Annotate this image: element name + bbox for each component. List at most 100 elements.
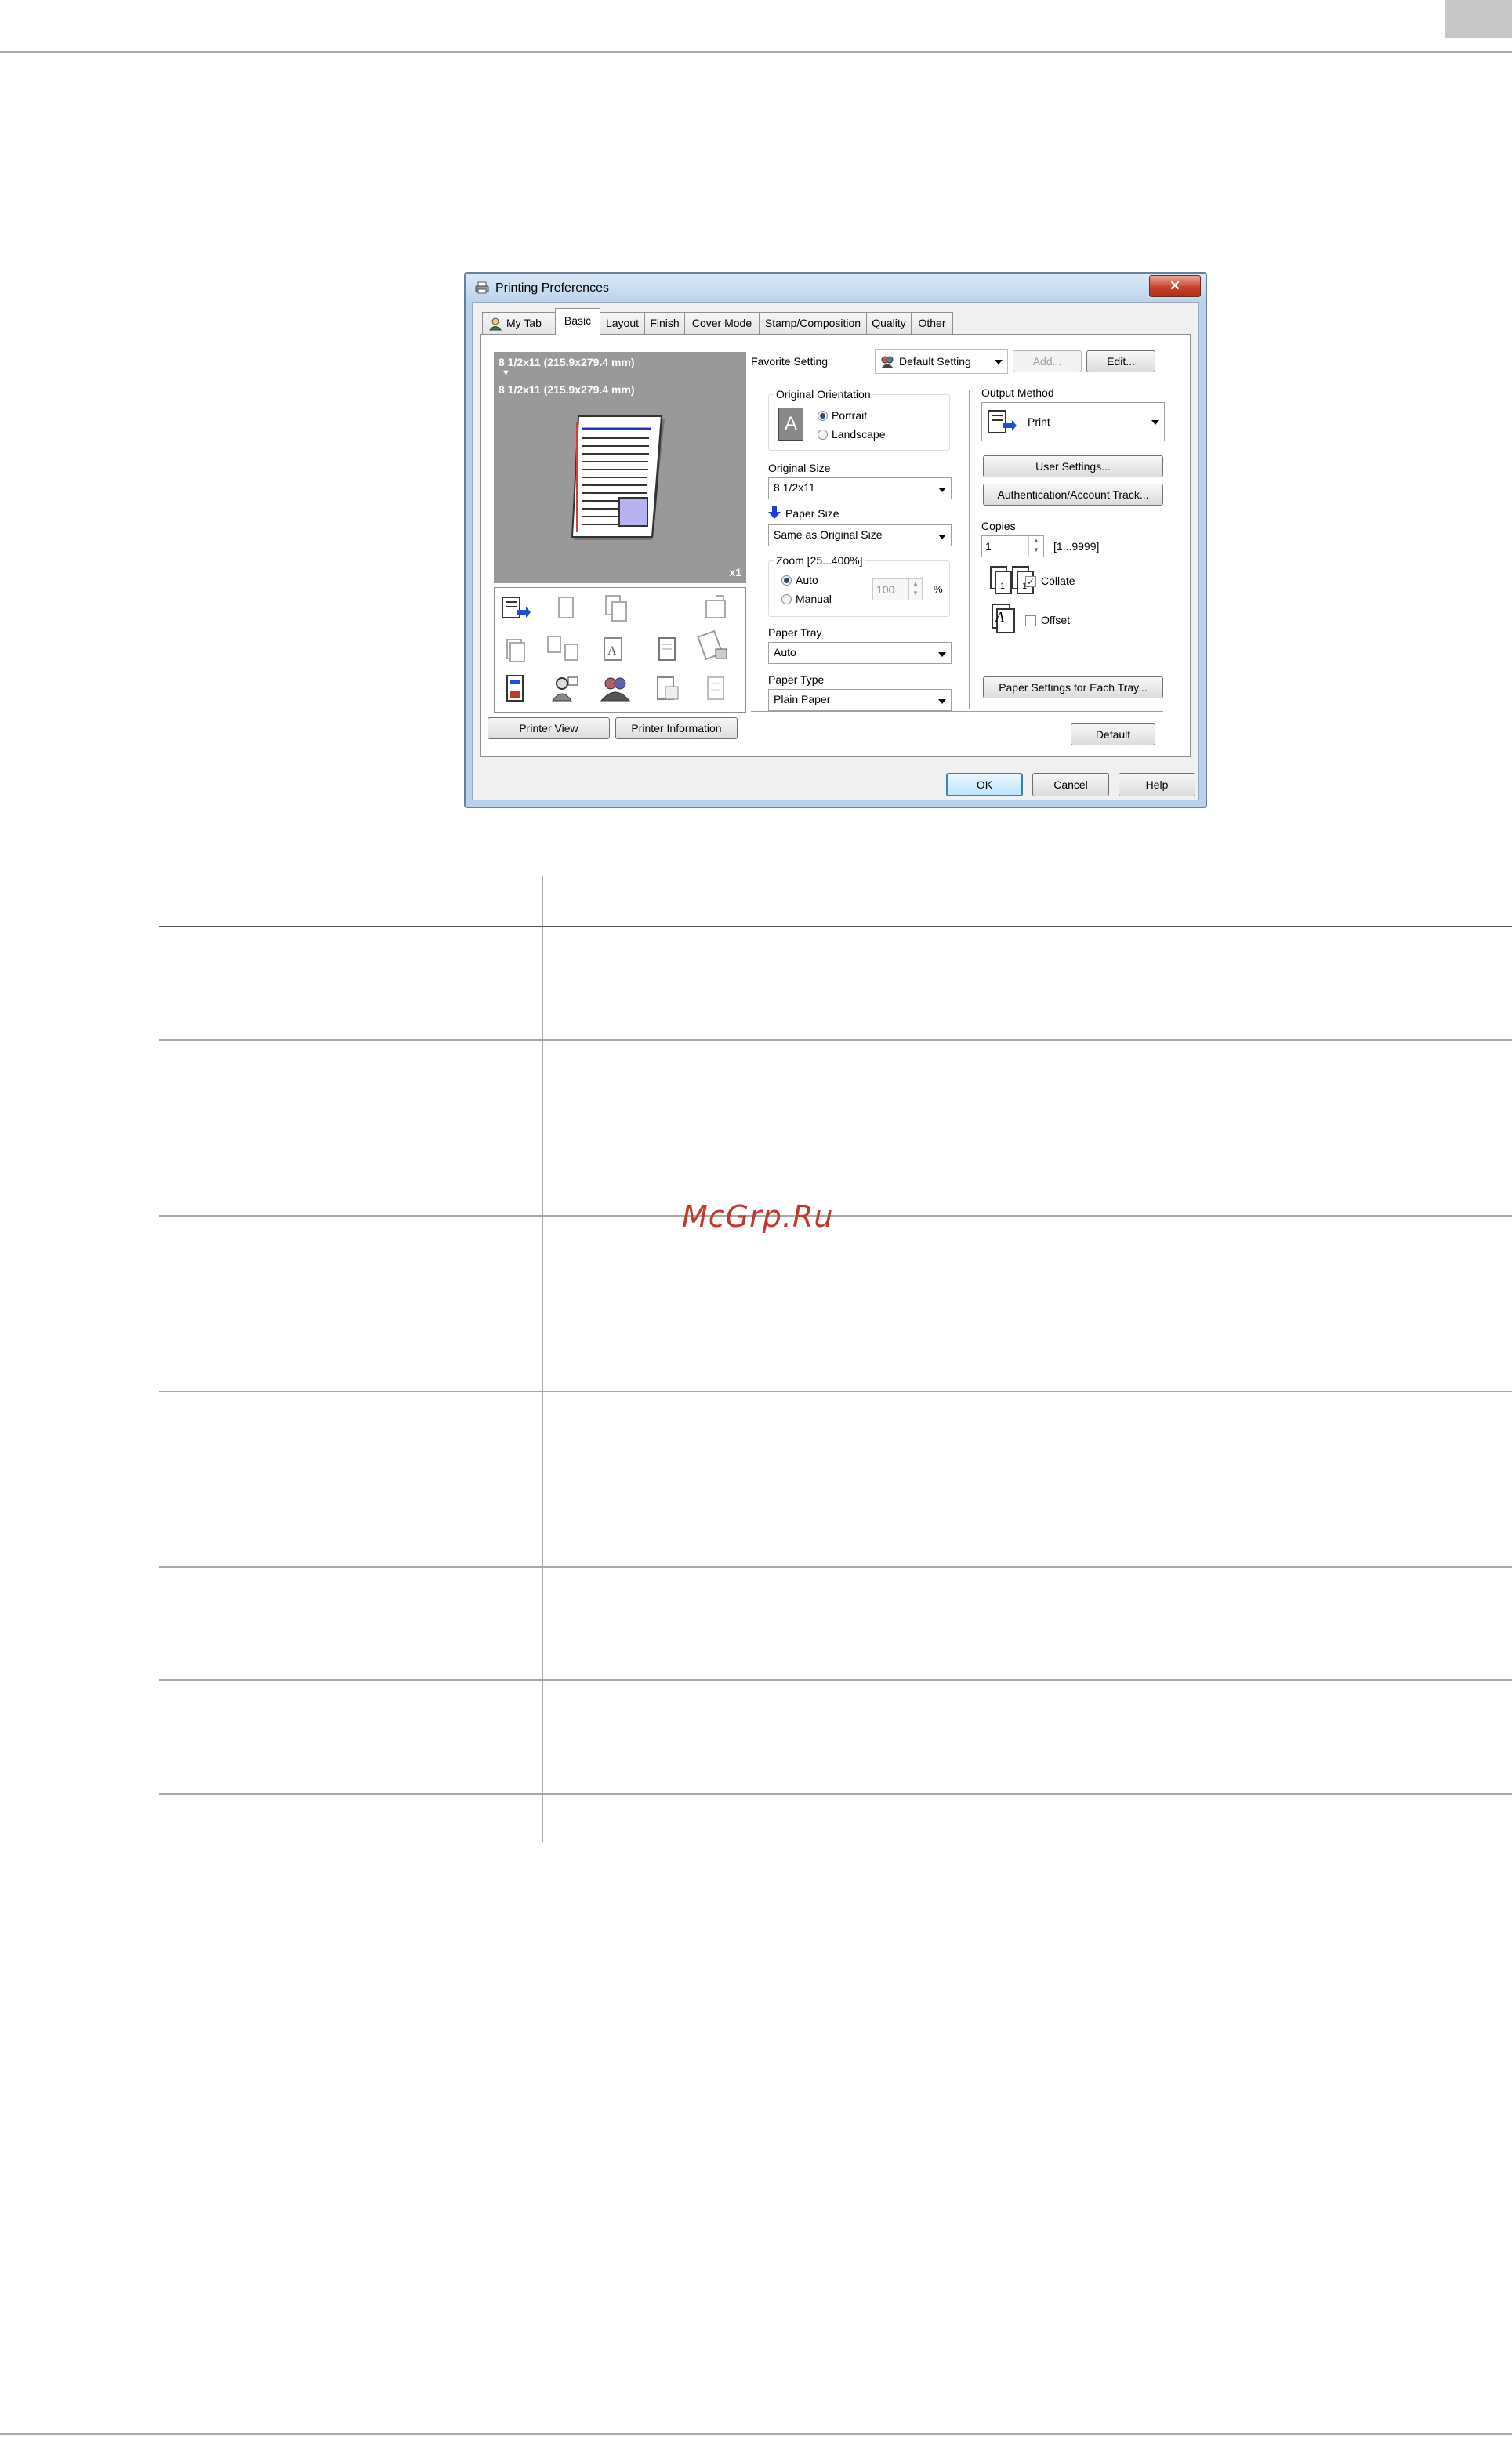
tab-cover-mode[interactable]: Cover Mode [684, 312, 760, 334]
paper-settings-each-tray-button[interactable]: Paper Settings for Each Tray... [983, 676, 1163, 698]
chevron-down-icon [938, 652, 946, 657]
favorite-setting-label: Favorite Setting [751, 355, 829, 368]
printing-preferences-dialog: Printing Preferences ✕ My Tab Basic Layo… [464, 272, 1207, 808]
rotate-icon[interactable] [700, 593, 731, 624]
original-size-select[interactable]: 8 1/2x11 [768, 477, 952, 499]
n-up-icon[interactable] [545, 633, 578, 665]
arrow-down-icon [768, 506, 781, 519]
table-row-rule [159, 1039, 1512, 1041]
offset-label: Offset [1041, 614, 1071, 626]
tab-my-tab[interactable]: My Tab [482, 312, 556, 334]
table-row-rule [159, 1391, 1512, 1392]
tab-basic[interactable]: Basic [555, 308, 600, 335]
printer-information-button[interactable]: Printer Information [615, 717, 738, 739]
function-icon-grid: A [494, 587, 746, 713]
offset-checkbox[interactable] [1025, 615, 1036, 626]
zoom-value-stepper[interactable]: 100 ▲ ▼ [872, 578, 923, 600]
collate-checkbox[interactable]: ✓ [1025, 576, 1036, 587]
zoom-unit: % [934, 583, 943, 595]
collate-label: Collate [1041, 575, 1075, 587]
paper-size-select[interactable]: Same as Original Size [768, 524, 952, 546]
tab-quality[interactable]: Quality [866, 312, 912, 334]
zoom-label: Zoom [25...400%] [774, 554, 865, 567]
window-title: Printing Preferences [495, 281, 609, 295]
print-output-icon[interactable] [499, 593, 531, 624]
offset-icon: A [992, 604, 1015, 633]
paper-type-select[interactable]: Plain Paper [768, 689, 952, 711]
stepper-arrows-icon[interactable]: ▲ ▼ [1028, 536, 1043, 557]
svg-text:1: 1 [1000, 582, 1005, 591]
punch-icon[interactable] [651, 633, 683, 665]
zoom-group: Zoom [25...400%] Auto Manual 100 ▲ ▼ % [768, 554, 950, 617]
preview-copies-badge: x1 [729, 566, 741, 578]
tab-finish[interactable]: Finish [644, 312, 685, 334]
table-row-rule [159, 1679, 1512, 1681]
title-bar[interactable]: Printing Preferences ✕ [466, 274, 1206, 302]
output-method-select[interactable]: Print [981, 402, 1165, 441]
cancel-button[interactable]: Cancel [1032, 773, 1109, 796]
svg-text:A: A [607, 644, 617, 658]
paper-preview: 8 1/2x11 (215.9x279.4 mm) ▼ 8 1/2x11 (21… [494, 352, 746, 583]
table-header-rule [159, 926, 1512, 927]
favorite-setting-select[interactable]: Default Setting [875, 349, 1008, 374]
authentication-account-track-button[interactable]: Authentication/Account Track... [983, 484, 1163, 506]
add-favorite-button[interactable]: Add... [1013, 350, 1082, 372]
preview-arrow: ▼ [502, 368, 510, 378]
close-button[interactable]: ✕ [1149, 275, 1201, 297]
close-icon: ✕ [1169, 278, 1181, 293]
overlay-icon[interactable] [651, 673, 683, 704]
account-track-icon[interactable] [600, 673, 631, 704]
document-list-icon[interactable] [700, 673, 731, 704]
user-settings-button[interactable]: User Settings... [983, 455, 1163, 477]
edit-favorite-button[interactable]: Edit... [1086, 350, 1155, 372]
chevron-down-icon [1151, 420, 1159, 425]
preview-paper-size: 8 1/2x11 (215.9x279.4 mm) [499, 383, 635, 396]
duplex-icon[interactable] [600, 593, 631, 624]
copies-stack-icon[interactable] [499, 633, 531, 665]
header-tab-marker [1445, 0, 1512, 38]
landscape-radio[interactable] [818, 430, 828, 440]
staple-icon[interactable] [549, 593, 581, 624]
copies-stepper[interactable]: 1 ▲ ▼ [981, 535, 1044, 557]
portrait-orientation-icon: A [778, 408, 803, 441]
job-icon[interactable] [499, 673, 531, 704]
default-button[interactable]: Default [1071, 723, 1155, 745]
table-column-divider [542, 876, 543, 1842]
user-auth-icon[interactable] [549, 673, 581, 704]
column-divider [969, 390, 970, 709]
portrait-radio[interactable] [818, 411, 828, 421]
tab-stamp-composition[interactable]: Stamp/Composition [759, 312, 867, 334]
divider [751, 711, 1163, 712]
chevron-down-icon [938, 699, 946, 704]
table-row-rule [159, 1215, 1512, 1217]
stepper-arrows-icon[interactable]: ▲ ▼ [908, 579, 922, 600]
basic-tab-panel: 8 1/2x11 (215.9x279.4 mm) ▼ 8 1/2x11 (21… [480, 334, 1191, 757]
copies-label: Copies [981, 520, 1016, 532]
booklet-icon[interactable]: A [600, 633, 631, 665]
chevron-down-icon [995, 360, 1003, 364]
footer-rule [0, 2433, 1512, 2435]
zoom-auto-label: Auto [796, 574, 818, 586]
print-icon [988, 410, 1017, 433]
copies-range: [1...9999] [1053, 540, 1100, 553]
paper-tray-select[interactable]: Auto [768, 642, 952, 664]
tab-other[interactable]: Other [911, 312, 953, 334]
zoom-manual-radio[interactable] [781, 594, 792, 604]
watermark: McGrp.Ru [682, 1199, 834, 1234]
zoom-manual-label: Manual [796, 593, 832, 605]
help-button[interactable]: Help [1119, 773, 1195, 796]
landscape-label: Landscape [832, 428, 886, 441]
printer-view-button[interactable]: Printer View [488, 717, 610, 739]
portrait-label: Portrait [832, 409, 868, 422]
orientation-label: Original Orientation [774, 388, 873, 401]
zoom-auto-radio[interactable] [781, 575, 792, 586]
header-rule [0, 51, 1512, 53]
security-icon[interactable] [697, 629, 728, 662]
ok-button[interactable]: OK [946, 773, 1023, 796]
table-row-rule [159, 1566, 1512, 1568]
printer-icon [475, 281, 489, 294]
preview-original-size: 8 1/2x11 (215.9x279.4 mm) [499, 356, 635, 368]
orientation-group: Original Orientation A Portrait Landscap… [768, 388, 950, 451]
tab-layout[interactable]: Layout [600, 312, 645, 334]
svg-text:A: A [995, 609, 1005, 625]
